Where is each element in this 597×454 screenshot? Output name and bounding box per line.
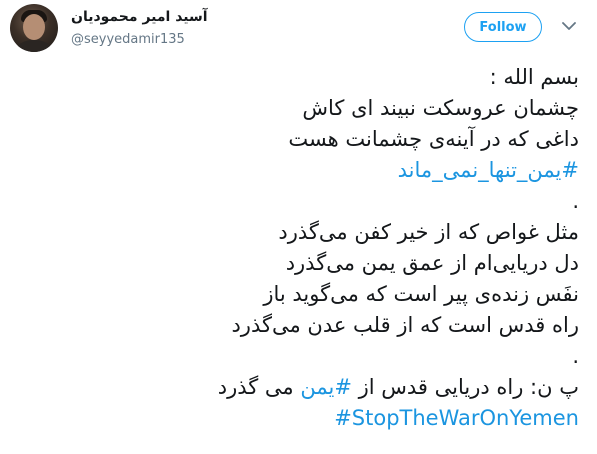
hashtag-link[interactable]: #یمن_تنها_نمی_ماند bbox=[398, 158, 579, 182]
follow-button[interactable]: Follow bbox=[464, 12, 542, 42]
tweet-line: #StopTheWarOnYemen bbox=[19, 403, 579, 434]
tweet-line: راه قدس است که از قلب عدن می‌گذرد bbox=[231, 313, 579, 337]
tweet-text: بسم الله : چشمان عروسکت نبیند ای کاش داغ… bbox=[19, 62, 579, 434]
tweet-separator: . bbox=[572, 344, 579, 368]
avatar[interactable] bbox=[10, 4, 58, 52]
tweet-line: چشمان عروسکت نبیند ای کاش bbox=[302, 96, 579, 120]
tweet-line: نفَس زنده‌ی پیر است که می‌گوید باز bbox=[263, 282, 579, 306]
tweet-line-text: می گذرد bbox=[217, 375, 301, 399]
tweet-line: دل دریایی‌ام از عمق یمن می‌گذرد bbox=[285, 251, 579, 275]
author-display-name[interactable]: آسید امیر محمودیان bbox=[71, 9, 208, 25]
hashtag-link[interactable]: #یمن bbox=[300, 375, 352, 399]
tweet-line: مثل غواص که از خیر کفن می‌گذرد bbox=[278, 220, 579, 244]
tweet-separator: . bbox=[572, 189, 579, 213]
tweet-line-text: پ ن: راه دریایی قدس از bbox=[351, 375, 579, 399]
avatar-shoulders bbox=[12, 40, 56, 52]
tweet: آسید امیر محمودیان @seyyedamir135 Follow… bbox=[0, 0, 597, 454]
tweet-line: بسم الله : bbox=[489, 65, 579, 89]
tweet-line: #یمن_تنها_نمی_ماند bbox=[19, 155, 579, 186]
tweet-line: داغی که در آینه‌ی چشمانت هست bbox=[288, 127, 579, 151]
hashtag-link[interactable]: #StopTheWarOnYemen bbox=[334, 406, 579, 430]
avatar-face bbox=[23, 14, 45, 40]
chevron-down-icon[interactable] bbox=[559, 16, 579, 36]
tweet-line: پ ن: راه دریایی قدس از #یمن می گذرد bbox=[19, 372, 579, 403]
author-handle[interactable]: @seyyedamir135 bbox=[71, 32, 185, 47]
